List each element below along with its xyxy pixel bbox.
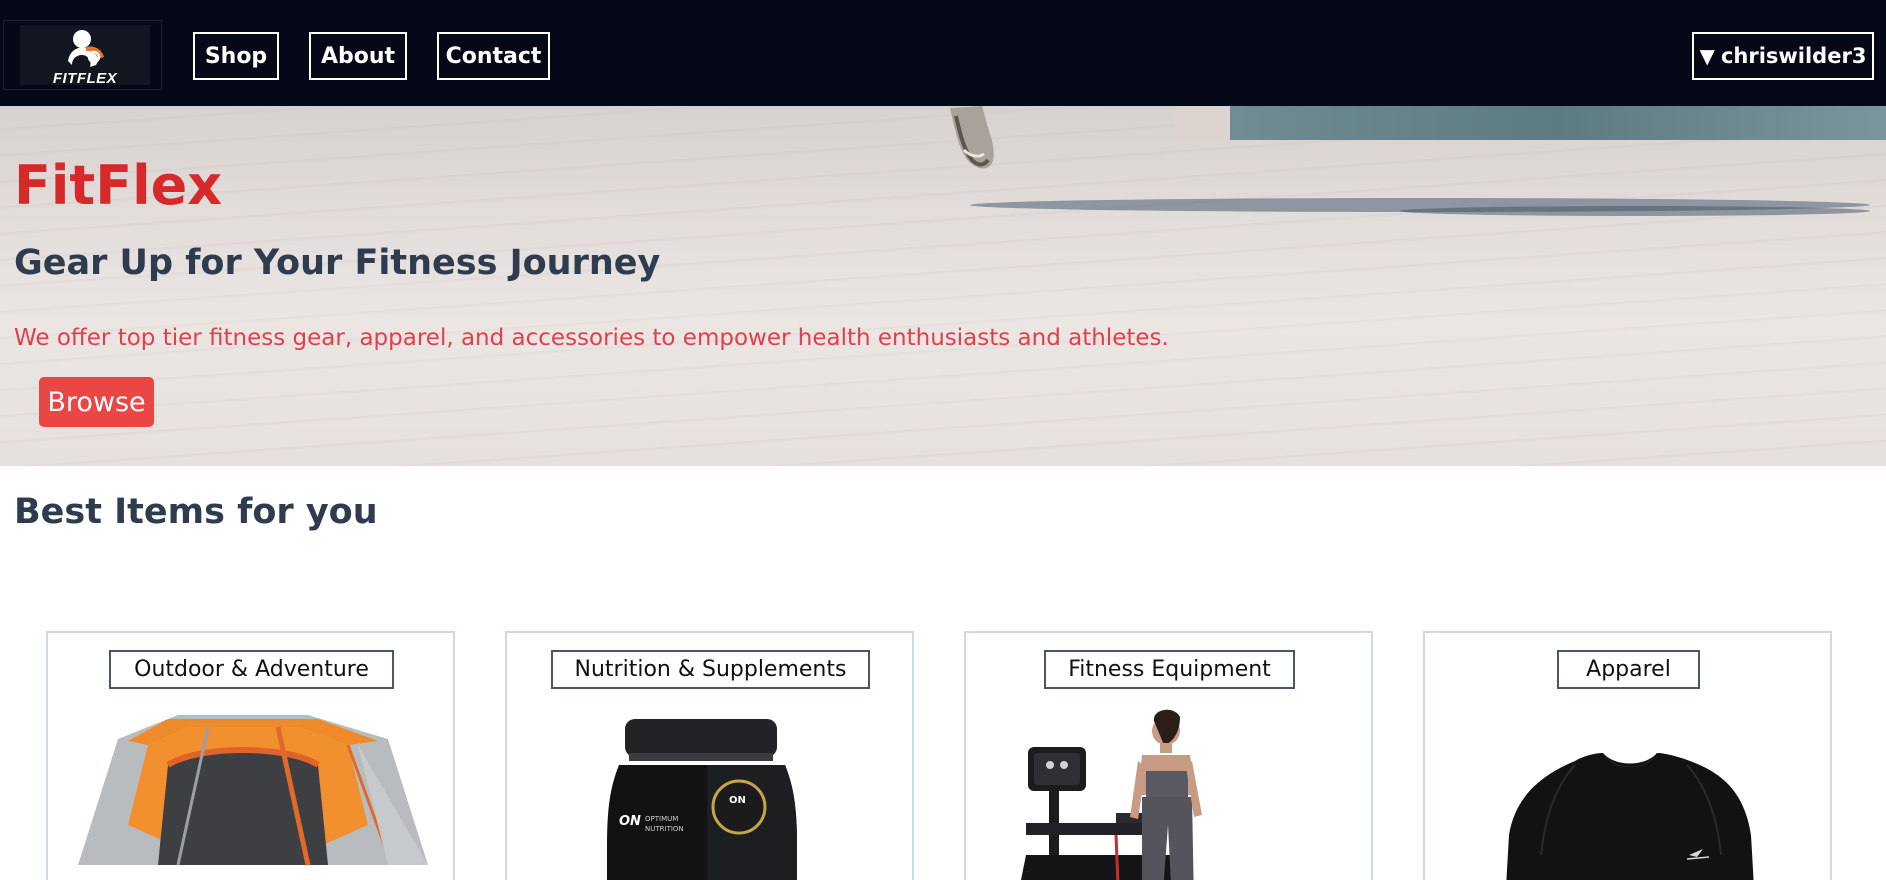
hero-banner: FitFlex Gear Up for Your Fitness Journey… [0,106,1886,466]
svg-text:ON: ON [619,814,641,829]
supplement-jar-icon: ON ON OPTIMUM NUTRITION [607,719,797,880]
nav-about-link[interactable]: About [309,32,407,80]
tent-icon [78,715,428,866]
category-card-apparel[interactable]: Apparel [1423,631,1832,880]
treadmill-icon [1021,709,1202,880]
category-label: Outdoor & Adventure [109,650,394,689]
nav-shop-link[interactable]: Shop [193,32,279,80]
svg-text:ON: ON [729,795,746,806]
hero-description: We offer top tier fitness gear, apparel,… [14,325,1169,351]
category-card-fitness-equipment[interactable]: Fitness Equipment [964,631,1373,880]
hero-title: FitFlex [14,154,223,217]
running-shoe-icon [950,106,994,169]
hero-subtitle: Gear Up for Your Fitness Journey [14,243,661,283]
hero-runner-shadow-tail [1400,206,1870,216]
category-label: Apparel [1557,650,1700,689]
category-card-nutrition[interactable]: Nutrition & Supplements ON ON OPTIMUM NU… [505,631,914,880]
svg-text:NUTRITION: NUTRITION [645,825,684,833]
nav-contact-link[interactable]: Contact [437,32,550,80]
tshirt-icon [1506,753,1754,880]
browse-button[interactable]: Browse [39,377,154,427]
logo-link[interactable]: FITFLEX [3,20,162,90]
dropdown-caret-icon: ▼ [1699,44,1715,68]
hero-background-post [1175,106,1230,140]
best-items-heading: Best Items for you [14,492,378,532]
hero-background-wall [1230,106,1886,140]
category-label: Nutrition & Supplements [551,650,870,689]
logo-text: FITFLEX [52,70,118,87]
svg-text:OPTIMUM: OPTIMUM [645,815,678,823]
username-label: chriswilder3 [1720,44,1867,68]
category-label: Fitness Equipment [1044,650,1295,689]
category-card-outdoor[interactable]: Outdoor & Adventure [46,631,455,880]
user-menu-button[interactable]: ▼ chriswilder3 [1692,32,1874,80]
top-navbar: FITFLEX Shop About Contact ▼ chriswilder… [0,0,1886,106]
logo: FITFLEX [20,25,150,87]
fitflex-logo-icon [68,30,104,67]
